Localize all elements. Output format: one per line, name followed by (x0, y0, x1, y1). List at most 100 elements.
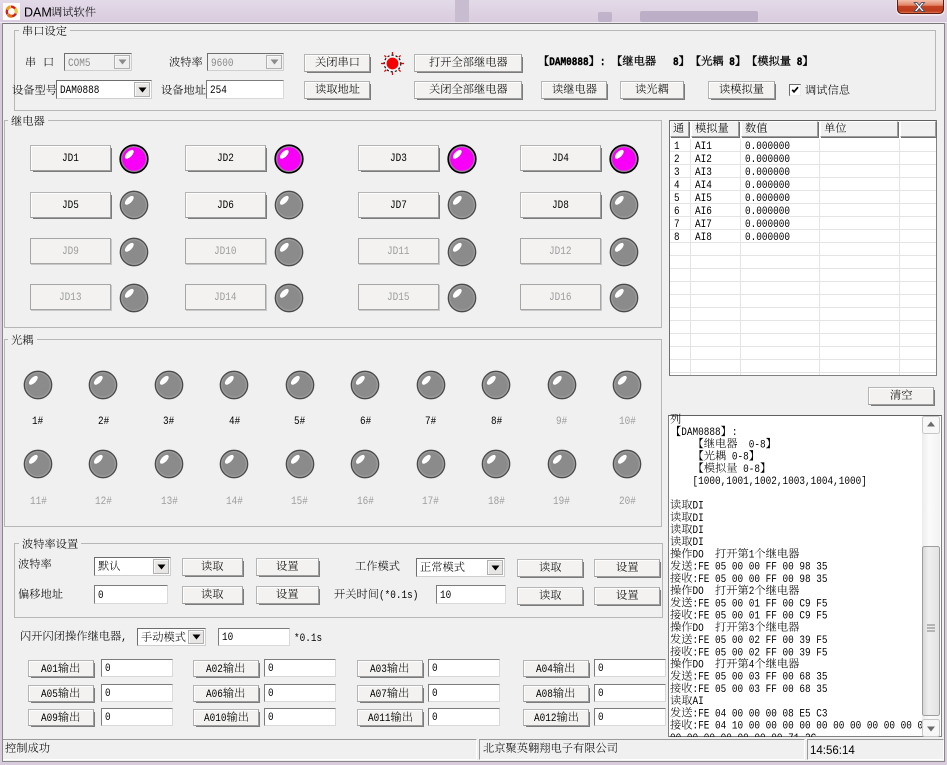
svg-text:0.000000: 0.000000 (745, 206, 790, 217)
svg-text:JD16: JD16 (549, 292, 572, 304)
svg-text:4: 4 (749, 659, 755, 671)
svg-text::FE 05 00 00 FF 00 98 35: :FE 05 00 00 FF 00 98 35 (693, 562, 828, 574)
svg-text:0: 0 (598, 663, 604, 675)
svg-text:0.000000: 0.000000 (745, 219, 790, 230)
svg-text:A08: A08 (536, 689, 553, 701)
svg-text:DI: DI (693, 537, 704, 549)
svg-text:A09: A09 (41, 713, 58, 725)
svg-text:A012: A012 (534, 713, 557, 725)
svg-text:JD5: JD5 (62, 200, 79, 212)
svg-text:JD15: JD15 (387, 292, 410, 304)
svg-text:0: 0 (268, 688, 274, 700)
svg-text:0: 0 (268, 712, 274, 724)
svg-text:254: 254 (210, 85, 227, 97)
svg-text:A02: A02 (206, 664, 223, 676)
svg-text::: : (600, 57, 606, 69)
svg-text:AI1: AI1 (695, 141, 712, 152)
svg-text:20#: 20# (619, 496, 636, 508)
svg-text:A06: A06 (206, 689, 223, 701)
svg-text:0: 0 (598, 688, 604, 700)
svg-text:0.000000: 0.000000 (745, 167, 790, 178)
svg-text:A07: A07 (370, 689, 387, 701)
svg-text:JD4: JD4 (552, 153, 569, 165)
svg-text:19#: 19# (553, 496, 570, 508)
svg-text:8: 8 (797, 57, 803, 69)
svg-text:JD3: JD3 (390, 153, 407, 165)
svg-text:8: 8 (674, 232, 680, 243)
svg-text:5#: 5# (294, 416, 305, 428)
svg-text:A03: A03 (370, 664, 387, 676)
svg-text:DAM: DAM (24, 6, 52, 20)
svg-text:1#: 1# (32, 416, 43, 428)
svg-text:13#: 13# (161, 496, 178, 508)
svg-text:1: 1 (674, 141, 680, 152)
svg-text::FE 05 00 03 FF 00 68 35: :FE 05 00 03 FF 00 68 35 (693, 684, 828, 696)
svg-text:8: 8 (673, 57, 679, 69)
svg-text:AI8: AI8 (695, 232, 712, 243)
svg-text::FE 05 00 01 FF 00 C9 F5: :FE 05 00 01 FF 00 C9 F5 (693, 598, 828, 610)
svg-text:14:56:14: 14:56:14 (810, 745, 855, 757)
svg-text:00 00 00 00 00 00 00 71 2C: 00 00 00 00 00 00 00 71 2C (670, 733, 816, 737)
svg-text:[1000,1001,1002,1003,1004,1000: [1000,1001,1002,1003,1004,1000] (693, 476, 867, 488)
svg-text:AI7: AI7 (695, 219, 712, 230)
svg-text:0.000000: 0.000000 (745, 193, 790, 204)
svg-text:JD12: JD12 (549, 246, 572, 258)
svg-text:AI2: AI2 (695, 154, 712, 165)
svg-text:A010: A010 (204, 713, 227, 725)
svg-text:6: 6 (674, 206, 680, 217)
svg-text:0: 0 (432, 712, 438, 724)
svg-text:COM5: COM5 (68, 58, 91, 70)
svg-text:8#: 8# (491, 416, 502, 428)
svg-text:,: , (121, 632, 127, 644)
svg-text:JD1: JD1 (62, 153, 79, 165)
svg-text::FE 05 00 03 FF 00 68 35: :FE 05 00 03 FF 00 68 35 (693, 672, 828, 684)
svg-text:0: 0 (105, 663, 111, 675)
svg-text:JD11: JD11 (387, 246, 410, 258)
svg-text:DO: DO (693, 623, 704, 635)
svg-text:AI6: AI6 (695, 206, 712, 217)
svg-text:JD6: JD6 (217, 200, 234, 212)
svg-text:JD14: JD14 (214, 292, 237, 304)
svg-text:11#: 11# (30, 496, 47, 508)
svg-text:14#: 14# (226, 496, 243, 508)
svg-text:A05: A05 (41, 689, 58, 701)
svg-text:9600: 9600 (211, 58, 234, 70)
svg-text:0.000000: 0.000000 (745, 232, 790, 243)
svg-text:*0.1s: *0.1s (294, 633, 322, 645)
svg-text:0: 0 (432, 663, 438, 675)
svg-text:JD10: JD10 (214, 246, 237, 258)
svg-text:A011: A011 (368, 713, 391, 725)
svg-text::FE 05 00 00 FF 00 98 35: :FE 05 00 00 FF 00 98 35 (693, 574, 828, 586)
svg-text::FE 05 00 02 FF 00 39 F5: :FE 05 00 02 FF 00 39 F5 (693, 647, 828, 659)
svg-text:1: 1 (749, 549, 755, 561)
svg-text:15#: 15# (291, 496, 308, 508)
svg-text:DAM0888: DAM0888 (549, 57, 589, 69)
svg-text:5: 5 (674, 193, 680, 204)
svg-text:2#: 2# (98, 416, 109, 428)
svg-text:3: 3 (749, 623, 755, 635)
svg-text:10: 10 (222, 632, 233, 644)
svg-text:JD2: JD2 (217, 153, 234, 165)
svg-text:3#: 3# (163, 416, 174, 428)
svg-text:10: 10 (440, 590, 451, 602)
svg-text:0.000000: 0.000000 (745, 154, 790, 165)
svg-text:JD7: JD7 (390, 200, 407, 212)
svg-text:2: 2 (749, 586, 755, 598)
svg-text:12#: 12# (95, 496, 112, 508)
svg-text:JD13: JD13 (59, 292, 82, 304)
svg-text:A01: A01 (41, 664, 58, 676)
svg-text:A04: A04 (536, 664, 553, 676)
svg-text:0.000000: 0.000000 (745, 180, 790, 191)
svg-text:0-8: 0-8 (749, 439, 766, 451)
svg-text:0-8: 0-8 (743, 464, 760, 476)
svg-text:10#: 10# (619, 416, 636, 428)
svg-text:2: 2 (674, 154, 680, 165)
svg-text:0: 0 (432, 688, 438, 700)
svg-text:0: 0 (105, 688, 111, 700)
svg-text::FE 05 00 01 FF 00 C9 F5: :FE 05 00 01 FF 00 C9 F5 (693, 611, 828, 623)
svg-text:AI5: AI5 (695, 193, 712, 204)
svg-text::FE 04 00 00 00 08 E5 C3: :FE 04 00 00 00 08 E5 C3 (693, 708, 828, 720)
svg-text:DO: DO (693, 659, 704, 671)
svg-text:18#: 18# (488, 496, 505, 508)
svg-text:(*0.1s): (*0.1s) (379, 590, 418, 602)
